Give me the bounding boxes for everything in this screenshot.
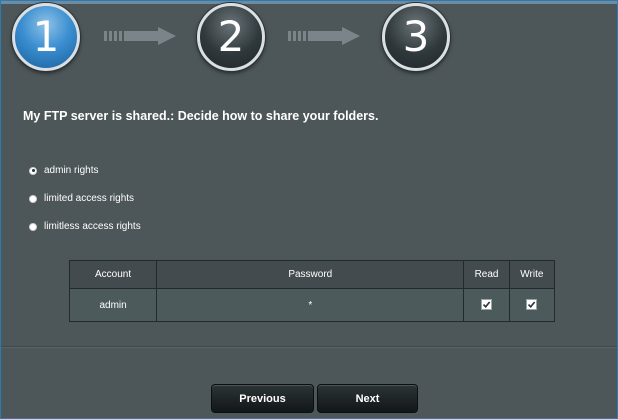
checkmark-icon bbox=[528, 301, 536, 309]
write-checkbox[interactable] bbox=[526, 299, 538, 311]
step-1-indicator: 1 bbox=[12, 3, 80, 71]
column-header-password: Password bbox=[156, 260, 465, 289]
column-header-account: Account bbox=[68, 260, 158, 289]
option-admin-rights[interactable]: admin rights bbox=[29, 165, 98, 176]
account-cell: admin bbox=[68, 288, 158, 322]
step-arrow-icon bbox=[288, 27, 360, 45]
write-cell bbox=[508, 288, 556, 322]
checkmark-icon bbox=[482, 301, 491, 309]
step-arrow-icon bbox=[104, 27, 176, 45]
table-row: admin * bbox=[68, 288, 556, 322]
step-3-number: 3 bbox=[402, 12, 430, 61]
read-cell bbox=[463, 288, 510, 322]
radio-button-icon[interactable] bbox=[29, 166, 37, 175]
step-2-number: 2 bbox=[217, 12, 245, 61]
option-label: limitless access rights bbox=[44, 221, 141, 232]
option-label: admin rights bbox=[44, 165, 99, 176]
page-title: My FTP server is shared.: Decide how to … bbox=[23, 109, 379, 123]
divider bbox=[1, 346, 617, 348]
account-permissions-table: Account Password Read Write admin * bbox=[68, 260, 556, 322]
option-limited-access-rights[interactable]: limited access rights bbox=[29, 193, 134, 204]
table-header-row: Account Password Read Write bbox=[68, 260, 556, 289]
column-header-write: Write bbox=[508, 260, 556, 289]
radio-button-icon[interactable] bbox=[29, 222, 37, 231]
column-header-read: Read bbox=[463, 260, 510, 289]
radio-button-icon[interactable] bbox=[29, 194, 37, 203]
password-cell: * bbox=[156, 288, 465, 322]
wizard-panel: 1 2 3 My FTP server is shared.: Decide h… bbox=[0, 0, 618, 419]
step-2-indicator: 2 bbox=[197, 3, 265, 71]
next-button[interactable]: Next bbox=[317, 384, 418, 413]
wizard-step-indicator: 1 2 3 bbox=[1, 1, 617, 85]
read-checkbox[interactable] bbox=[481, 299, 493, 311]
option-limitless-access-rights[interactable]: limitless access rights bbox=[29, 221, 141, 232]
step-1-number: 1 bbox=[32, 12, 60, 61]
option-label: limited access rights bbox=[44, 193, 135, 204]
previous-button[interactable]: Previous bbox=[211, 384, 314, 413]
step-3-indicator: 3 bbox=[382, 3, 450, 71]
